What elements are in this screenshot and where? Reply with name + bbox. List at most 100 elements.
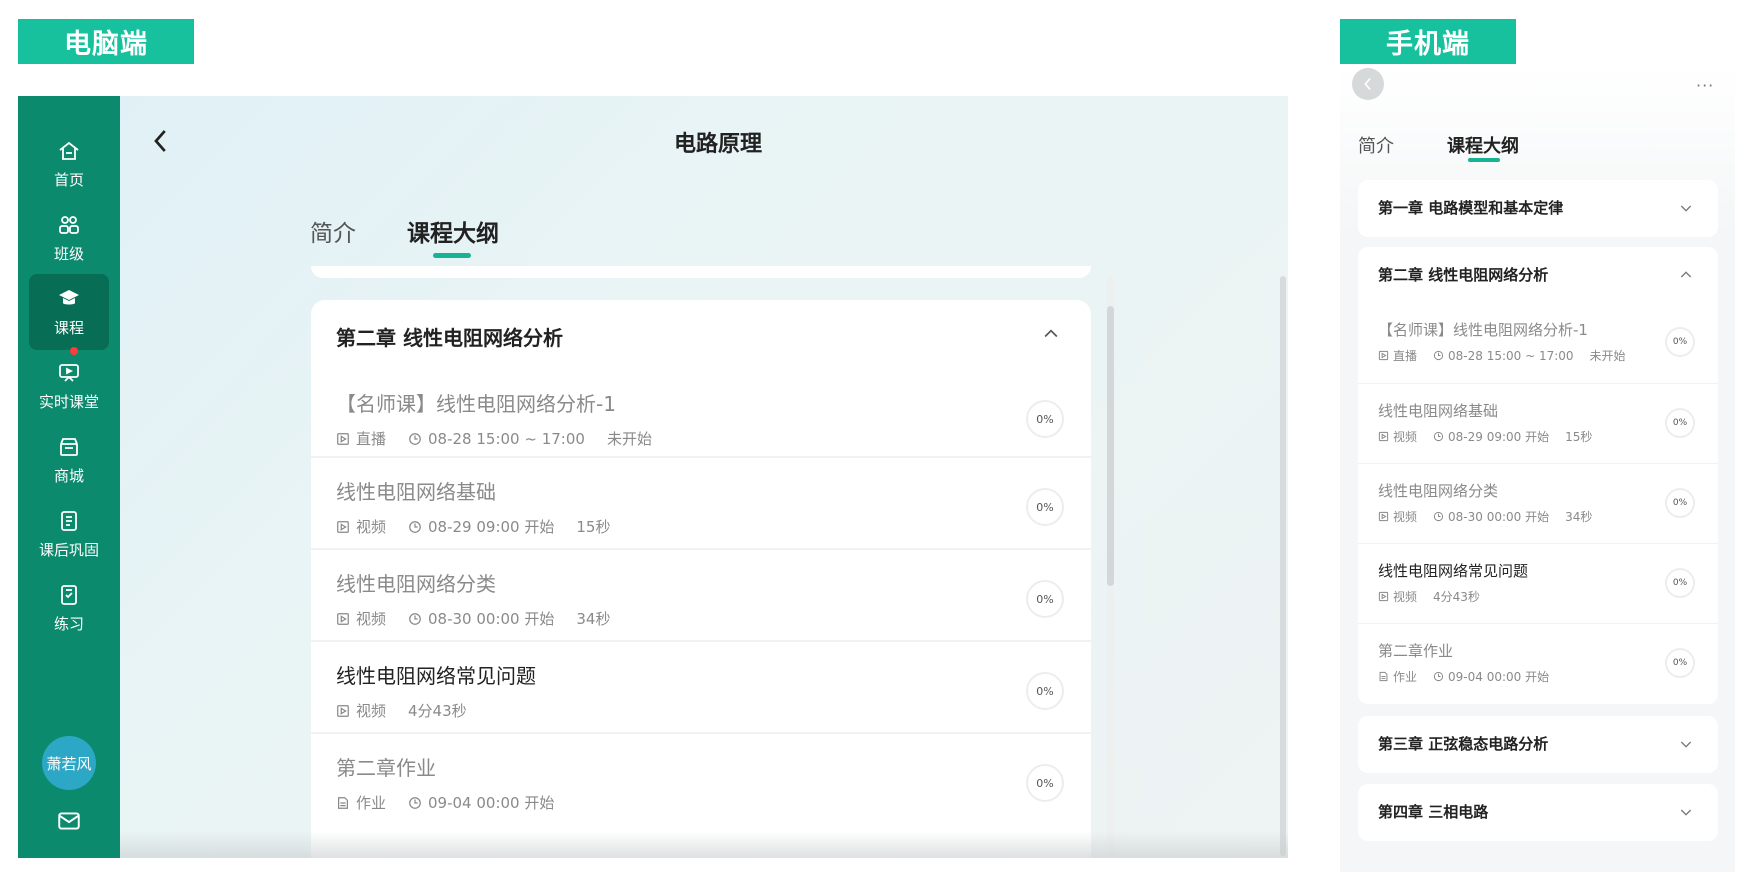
tab-intro[interactable]: 简介 [310, 214, 356, 248]
lesson-item[interactable]: 线性电阻网络分类 视频 08-30 00:00 开始 34秒 0% [311, 548, 1091, 650]
page-title: 电路原理 [673, 132, 762, 157]
clock-icon [409, 796, 421, 809]
video-icon [1378, 591, 1389, 602]
lesson-item[interactable]: 【名师课】线性电阻网络分析-1 直播 08-28 15:00 ~ 17:00 未… [1358, 303, 1718, 383]
sidebar-item-review[interactable]: 课后巩固 [18, 496, 120, 572]
homework-icon [1379, 671, 1388, 682]
pc-label: 电脑端 [18, 19, 194, 64]
lesson-type: 直播 [1393, 349, 1418, 363]
lesson-duration: 4分43秒 [1433, 590, 1480, 604]
lesson-type: 作业 [356, 794, 387, 812]
lesson-meta: 直播 08-28 15:00 ~ 17:00 未开始 [336, 428, 674, 449]
lesson-title: 线性电阻网络分类 [1378, 482, 1499, 500]
sidebar-item-label: 首页 [53, 170, 84, 189]
lesson-item[interactable]: 线性电阻网络分类 视频 08-30 00:00 开始 34秒 0% [1358, 463, 1718, 543]
clock-icon [1433, 671, 1444, 682]
lesson-title: 第二章作业 [1378, 642, 1454, 660]
sidebar-item-course[interactable]: 课程 [29, 274, 109, 350]
sidebar-item-live-classroom[interactable]: 实时课堂 [18, 348, 120, 424]
lesson-type: 视频 [1393, 430, 1418, 444]
progress-badge: 0% [1665, 568, 1695, 598]
sidebar-item-class[interactable]: 班级 [18, 200, 120, 276]
chapter-title[interactable]: 第二章 线性电阻网络分析 [336, 322, 563, 351]
sidebar-item-store[interactable]: 商城 [18, 422, 120, 498]
lesson-meta: 视频 08-29 09:00 开始 15秒 [336, 516, 632, 537]
chapter-card[interactable]: 第四章 三相电路 [1358, 784, 1718, 841]
tab-intro[interactable]: 简介 [1358, 132, 1394, 158]
chapter-card: 第二章 线性电阻网络分析 【名师课】线性电阻网络分析-1 直播 08-28 15… [1358, 247, 1718, 704]
live-icon [337, 432, 349, 445]
homework-icon [338, 796, 348, 809]
lesson-type: 直播 [356, 430, 387, 448]
lesson-status: 未开始 [1589, 349, 1626, 363]
lesson-meta: 视频 4分43秒 [1378, 588, 1496, 605]
live-icon [1378, 350, 1389, 361]
tab-syllabus[interactable]: 课程大纲 [1447, 132, 1519, 158]
back-arrow-icon[interactable] [146, 126, 176, 156]
lesson-title: 【名师课】线性电阻网络分析-1 [1378, 321, 1588, 339]
sidebar-item-home[interactable]: 首页 [18, 126, 120, 202]
lesson-status: 未开始 [606, 430, 652, 448]
lesson-item[interactable]: 线性电阻网络基础 视频 08-29 09:00 开始 15秒 0% [1358, 383, 1718, 463]
sidebar-item-practice[interactable]: 练习 [18, 570, 120, 646]
avatar[interactable]: 萧若风 [42, 736, 96, 790]
sidebar-item-label: 实时课堂 [38, 392, 99, 411]
tab-syllabus[interactable]: 课程大纲 [407, 214, 499, 248]
video-icon [337, 520, 349, 533]
lesson-type: 视频 [356, 518, 387, 536]
home-icon [59, 141, 79, 160]
chapter-title: 第一章 电路模型和基本定律 [1378, 199, 1564, 217]
chevron-down-icon [1680, 205, 1692, 212]
back-button[interactable] [1352, 68, 1384, 100]
chevron-down-icon [1680, 809, 1692, 816]
lesson-item[interactable]: 线性电阻网络常见问题 视频 4分43秒 0% [1358, 543, 1718, 623]
chapter-card: 第二章 线性电阻网络分析 【名师课】线性电阻网络分析-1 直播 08-28 15… [311, 300, 1091, 858]
scrollbar-thumb[interactable] [1107, 306, 1114, 586]
practice-icon [61, 584, 77, 605]
chevron-up-icon[interactable] [1041, 324, 1061, 344]
lesson-time: 09-04 00:00 开始 [1448, 670, 1550, 684]
class-icon [59, 215, 79, 234]
lesson-title: 线性电阻网络基础 [336, 480, 496, 504]
lesson-meta: 视频 08-29 09:00 开始 15秒 [1378, 428, 1608, 445]
lesson-type: 视频 [1393, 590, 1418, 604]
lesson-time: 09-04 00:00 开始 [428, 794, 555, 812]
progress-badge: 0% [1665, 648, 1695, 678]
lesson-duration: 15秒 [1565, 430, 1593, 444]
clock-icon [1433, 350, 1444, 361]
lesson-item[interactable]: 线性电阻网络常见问题 视频 4分43秒 0% [311, 640, 1091, 742]
progress-badge: 0% [1026, 400, 1064, 438]
review-icon [61, 510, 77, 531]
chapter-title: 第四章 三相电路 [1378, 803, 1489, 821]
chevron-down-icon [1680, 741, 1692, 748]
chevron-up-icon[interactable] [1678, 267, 1694, 283]
chapter-card[interactable]: 第一章 电路模型和基本定律 [1358, 180, 1718, 237]
sidebar-item-label: 练习 [53, 614, 84, 633]
chapter-title[interactable]: 第二章 线性电阻网络分析 [1378, 264, 1548, 285]
video-icon [337, 612, 349, 625]
sidebar: 首页 班级 课程 实时课堂 商城 课后巩固 练习 萧若风 [18, 96, 120, 858]
lesson-title: 第二章作业 [336, 756, 436, 780]
bottom-fade [120, 831, 1288, 858]
chapter-card[interactable]: 第三章 正弦稳态电路分析 [1358, 716, 1718, 773]
lesson-type: 视频 [1393, 510, 1418, 524]
lesson-item[interactable]: 第二章作业 作业 09-04 00:00 开始 0% [1358, 623, 1718, 703]
lesson-meta: 直播 08-28 15:00 ~ 17:00 未开始 [1378, 347, 1642, 364]
lesson-time: 08-28 15:00 ~ 17:00 [1448, 348, 1574, 363]
lesson-meta: 作业 09-04 00:00 开始 [336, 792, 576, 813]
lesson-duration: 34秒 [576, 610, 611, 628]
lesson-item[interactable]: 第二章作业 作业 09-04 00:00 开始 0% [311, 732, 1091, 834]
lesson-title: 线性电阻网络常见问题 [336, 664, 536, 688]
lesson-type: 视频 [356, 702, 387, 720]
clock-icon [409, 520, 421, 533]
lesson-meta: 视频 08-30 00:00 开始 34秒 [1378, 508, 1608, 525]
window-scrollbar[interactable] [1280, 276, 1286, 856]
mail-icon[interactable] [56, 808, 82, 834]
lesson-type: 视频 [356, 610, 387, 628]
lesson-item[interactable]: 线性电阻网络基础 视频 08-29 09:00 开始 15秒 0% [311, 456, 1091, 558]
sidebar-item-label: 班级 [53, 244, 84, 263]
video-icon [1378, 511, 1389, 522]
progress-badge: 0% [1026, 488, 1064, 526]
sidebar-item-label: 商城 [53, 466, 84, 485]
more-icon[interactable]: ··· [1696, 76, 1714, 95]
